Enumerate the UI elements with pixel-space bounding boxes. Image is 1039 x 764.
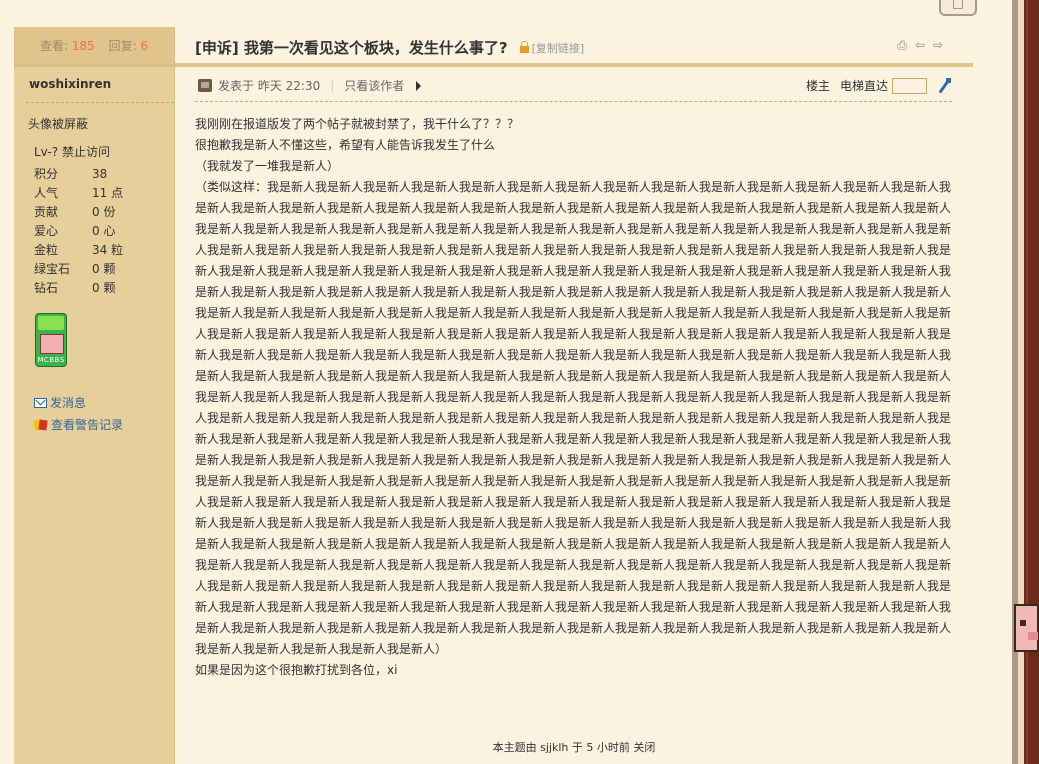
stat-key: 人气 bbox=[34, 186, 59, 200]
stat-value: 0 心 bbox=[92, 224, 116, 238]
print-icon[interactable]: ⎙ bbox=[896, 39, 908, 51]
prev-thread-icon[interactable]: ⇦ bbox=[914, 39, 926, 51]
floor-number-input[interactable] bbox=[892, 77, 928, 94]
post-line: 如果是因为这个很抱歉打扰到各位，xi bbox=[195, 663, 398, 677]
views-count: 185 bbox=[71, 39, 95, 53]
post-line: （类似这样：我是新人我是新人我是新人我是新人我是新人我是新人我是新人我是新人我是… bbox=[195, 180, 952, 656]
post-line: 我刚刚在报道版发了两个帖子就被封禁了，我干什么了？？？ bbox=[195, 117, 520, 131]
post-meta-divider bbox=[195, 101, 952, 102]
mail-icon bbox=[34, 397, 47, 408]
stat-key: 爱心 bbox=[34, 224, 59, 238]
pig-face-icon bbox=[40, 334, 64, 354]
copy-link[interactable]: [复制链接] bbox=[532, 40, 585, 56]
post-line: （我就发了一堆我是新人） bbox=[195, 159, 340, 173]
thread-title-row: [申诉] 我第一次看见这个板块，发生什么事了? [复制链接] bbox=[195, 37, 584, 58]
arrow-right-icon[interactable] bbox=[416, 80, 422, 91]
stat-key: 贡献 bbox=[34, 205, 59, 219]
stat-value: 11 点 bbox=[92, 186, 124, 200]
floor-label: 楼主 bbox=[806, 79, 831, 93]
view-warnings-link[interactable]: 查看警告记录 bbox=[34, 416, 123, 433]
sidebar-divider bbox=[14, 64, 174, 67]
sidebar-border bbox=[174, 27, 175, 764]
author-stats: 积分 38 人气 11 点 贡献 0 份 爱心 0 心 金粒 34 粒 绿宝石 0 颗 钻石… bbox=[34, 165, 123, 298]
replies-label: 回复: bbox=[108, 39, 137, 53]
jump-go-icon[interactable] bbox=[937, 77, 952, 94]
header-divider bbox=[175, 63, 973, 67]
scroll-top-icon[interactable] bbox=[939, 0, 977, 16]
stat-row: 绿宝石 0 颗 bbox=[34, 260, 123, 279]
lock-icon bbox=[519, 41, 529, 53]
thread-tools: ⎙ ⇦ ⇨ bbox=[896, 39, 944, 51]
stat-value: 0 颗 bbox=[92, 281, 116, 295]
stat-row: 爱心 0 心 bbox=[34, 222, 123, 241]
author-divider bbox=[26, 102, 174, 103]
stat-row: 积分 38 bbox=[34, 165, 123, 184]
avatar-blocked-note: 头像被屏蔽 bbox=[28, 117, 89, 131]
thread-closed-notice: 本主题由 sjjklh 于 5 小时前 关闭 bbox=[492, 741, 656, 754]
post-meta: 发表于 昨天 22:30 | 只看该作者 bbox=[198, 77, 422, 94]
thread-title: [申诉] 我第一次看见这个板块，发生什么事了? bbox=[195, 39, 508, 57]
replies-count: 6 bbox=[140, 39, 149, 53]
medal-label: MCBBS bbox=[37, 356, 65, 364]
send-message-label[interactable]: 发消息 bbox=[50, 394, 86, 411]
warning-card-icon bbox=[34, 419, 48, 431]
author-username[interactable]: woshixinren bbox=[29, 77, 111, 91]
stat-key: 积分 bbox=[34, 167, 59, 181]
stat-value: 38 bbox=[92, 167, 108, 181]
post-time: 发表于 昨天 22:30 bbox=[218, 79, 321, 93]
view-warnings-label[interactable]: 查看警告记录 bbox=[51, 416, 123, 433]
post-line: 很抱歉我是新人不懂这些，希望有人能告诉我发生了什么 bbox=[195, 138, 496, 152]
only-author-link[interactable]: 只看该作者 bbox=[344, 77, 404, 94]
stat-value: 0 份 bbox=[92, 205, 116, 219]
jump-to-floor-label: 电梯直达 bbox=[840, 79, 889, 93]
stat-value: 34 粒 bbox=[92, 243, 124, 257]
floor-nav: 楼主 电梯直达 bbox=[806, 77, 952, 94]
views-label: 查看: bbox=[39, 39, 68, 53]
send-message-link[interactable]: 发消息 bbox=[34, 394, 86, 411]
stat-row: 金粒 34 粒 bbox=[34, 241, 123, 260]
meta-separator: | bbox=[330, 78, 335, 93]
stat-row: 贡献 0 份 bbox=[34, 203, 123, 222]
right-gutter bbox=[973, 0, 1012, 764]
thread-stats: 查看: 185 回复: 6 bbox=[14, 27, 174, 64]
stat-key: 钻石 bbox=[34, 281, 59, 295]
stat-row: 人气 11 点 bbox=[34, 184, 123, 203]
stat-key: 绿宝石 bbox=[34, 262, 71, 276]
side-pig-icon[interactable] bbox=[1014, 604, 1039, 652]
mcbbs-medal-icon[interactable]: MCBBS bbox=[35, 313, 67, 367]
stat-row: 钻石 0 颗 bbox=[34, 279, 123, 298]
post-content: 我刚刚在报道版发了两个帖子就被封禁了，我干什么了？？？ 很抱歉我是新人不懂这些，… bbox=[195, 114, 953, 681]
stat-key: 金粒 bbox=[34, 243, 59, 257]
next-thread-icon[interactable]: ⇨ bbox=[932, 39, 944, 51]
post-status-icon bbox=[198, 79, 212, 92]
stat-value: 0 颗 bbox=[92, 262, 116, 276]
author-level[interactable]: Lv-? 禁止访问 bbox=[34, 143, 110, 160]
